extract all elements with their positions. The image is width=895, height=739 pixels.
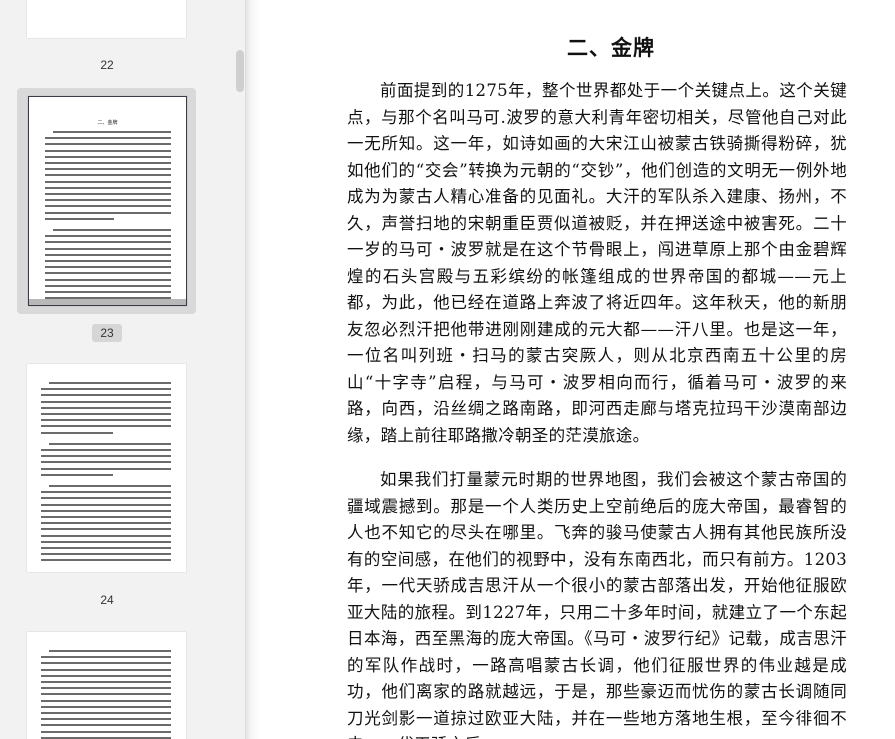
thumbnail-text-line (45, 241, 171, 244)
thumbnail-text-line (45, 174, 171, 177)
thumbnail-text-line (41, 473, 113, 476)
thumbnail-text-line (45, 217, 114, 220)
thumbnail-text-line (41, 509, 171, 512)
thumbnail-text-line (45, 199, 171, 202)
thumbnail-text-line (41, 693, 171, 696)
thumbnail-text-line (41, 699, 171, 702)
thumbnail-text-line (41, 388, 171, 391)
thumbnail-text-line (41, 687, 171, 690)
thumbnail-page-number: 24 (100, 593, 114, 607)
thumbnail-text-line (45, 247, 171, 250)
thumbnail-text-line (41, 705, 171, 708)
thumbnail-text-line (41, 400, 171, 403)
thumbnail-text-line (41, 724, 171, 727)
thumbnail-text-line (45, 284, 171, 287)
thumbnail-text-line (45, 260, 171, 262)
paragraph: 如果我们打量蒙元时期的世界地图，我们会被这个蒙古帝国的疆域震撼到。那是一个人类历… (347, 470, 847, 739)
thumbnail-mini-title: 二、金牌 (97, 120, 118, 126)
thumbnail-text-line (49, 382, 171, 384)
thumbnail-text-line (41, 730, 171, 733)
thumbnail-text-line (41, 419, 171, 422)
thumbnail-text-line (49, 442, 171, 445)
thumbnail-text-line (41, 547, 171, 549)
thumbnail-page-image (27, 0, 186, 38)
thumbnail-text-line (41, 668, 171, 671)
thumbnail-text-line (41, 491, 171, 494)
thumbnail-text-line (49, 650, 171, 652)
document-page: 二、金牌 前面提到的1275年，整个世界都处于一个关键点上。这个关键点，与那个名… (261, 0, 895, 739)
thumbnail-text-line (41, 406, 171, 409)
thumbnail-page-25[interactable] (17, 624, 196, 739)
thumbnail-text-line (41, 674, 171, 677)
thumbnail-text-line (45, 137, 171, 140)
thumbnail-text-line (41, 503, 171, 506)
thumbnail-text-line (53, 229, 171, 231)
thumbnail-text-line (41, 681, 171, 683)
thumbnail-text-line (45, 149, 171, 152)
document-body: 前面提到的1275年，整个世界都处于一个关键点上。这个关键点，与那个名叫马可.波… (347, 78, 847, 739)
thumbnail-text-line (41, 522, 171, 525)
thumbnail-text-line (45, 211, 171, 214)
thumbnail-text-line (41, 656, 171, 659)
thumbnail-text-line (45, 162, 171, 164)
thumbnail-text-line (41, 736, 171, 739)
thumbnail-text-line (45, 143, 171, 146)
thumbnail-text-line (53, 131, 171, 133)
thumbnail-text-line (45, 180, 171, 183)
thumbnail-text-line (45, 186, 171, 189)
thumbnail-text-line (41, 559, 171, 562)
thumbnail-bottom-bar (29, 299, 186, 305)
thumbnail-text-line (41, 431, 113, 434)
thumbnail-text-line (45, 168, 171, 171)
thumbnail-text-line (41, 413, 171, 415)
thumbnail-text-line (45, 193, 171, 195)
thumbnail-text-line (45, 205, 171, 208)
thumbnail-text-line (41, 497, 171, 500)
sidebar-scrollbar-thumb[interactable] (236, 50, 244, 92)
thumbnail-text-line (45, 266, 171, 269)
thumbnail-page-24[interactable] (17, 356, 196, 580)
thumbnail-text-line (41, 455, 171, 458)
thumbnail-text-line (41, 394, 171, 397)
panel-divider[interactable] (245, 0, 261, 739)
thumbnail-page-image: 二、金牌 (28, 96, 187, 306)
thumbnail-text-line (41, 553, 171, 556)
paragraph: 前面提到的1275年，整个世界都处于一个关键点上。这个关键点，与那个名叫马可.波… (347, 81, 847, 445)
thumbnail-text-line (45, 291, 171, 293)
thumbnail-text-line (41, 461, 171, 464)
thumbnail-text-line (41, 449, 171, 451)
thumbnail-page-22[interactable] (17, 0, 196, 46)
thumbnail-text-line (49, 485, 171, 487)
thumbnail-text-line (45, 155, 171, 158)
thumbnail-text-line (45, 235, 171, 238)
thumbnail-text-line (41, 540, 171, 543)
thumbnail-text-line (41, 516, 171, 518)
thumbnail-text-line (41, 662, 171, 665)
thumbnail-page-image (27, 364, 186, 572)
thumbnail-text-line (45, 253, 171, 256)
thumbnail-page-number: 22 (100, 58, 114, 72)
thumbnail-text-line (45, 272, 171, 275)
thumbnail-text-line (41, 718, 171, 721)
thumbnail-text-line (41, 467, 171, 470)
thumbnail-text-line (41, 425, 171, 428)
chapter-title: 二、金牌 (567, 35, 655, 60)
sidebar-scrollbar[interactable] (234, 0, 244, 739)
thumbnail-text-line (45, 278, 171, 281)
thumbnail-text-line (41, 528, 171, 531)
thumbnail-page-number: 23 (92, 324, 122, 342)
thumbnail-sidebar: 22 二、金牌 23 24 (0, 0, 245, 739)
thumbnail-text-line (41, 534, 171, 537)
thumbnail-page-image (27, 632, 186, 739)
thumbnail-text-line (41, 712, 171, 714)
thumbnail-page-23[interactable]: 二、金牌 (17, 88, 196, 314)
